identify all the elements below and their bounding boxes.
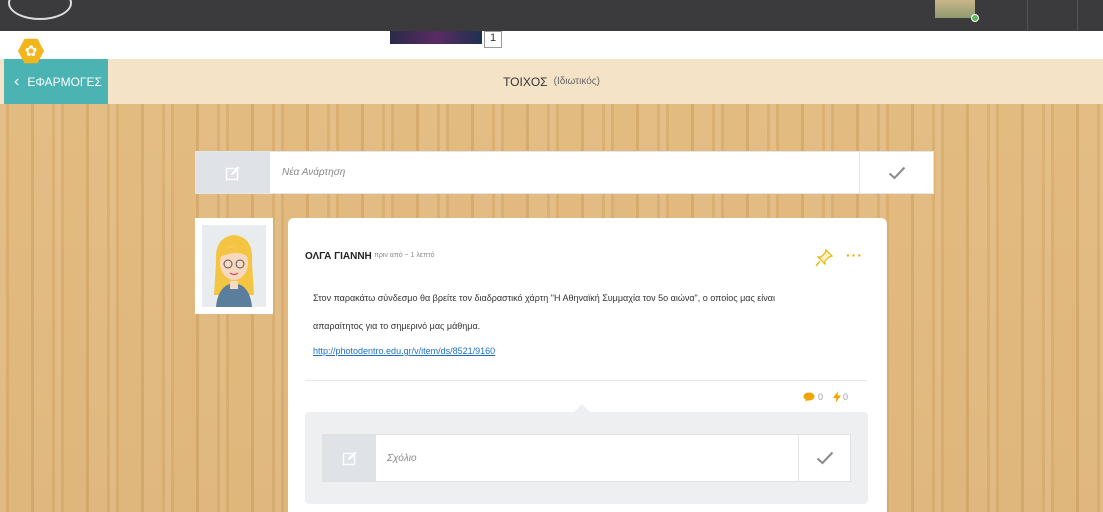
more-options-icon[interactable]: ··· [846,247,863,263]
new-post-bar[interactable]: Νέα Ανάρτηση [195,151,934,194]
banner-strip [0,31,1103,59]
new-post-input[interactable]: Νέα Ανάρτηση [282,152,345,193]
comment-area: Σχόλιο [305,412,868,504]
post-text-line-1: Στον παρακάτω σύνδεσμο θα βρείτε τον δια… [313,293,776,303]
reactions-count: 0 [843,392,849,402]
banner-page-indicator[interactable]: 1 [484,31,502,48]
post-counters: 0 0 [803,391,848,403]
lightning-icon [833,391,842,403]
applications-back-button[interactable]: ‹ ΕΦΑΡΜΟΓΕΣ [4,59,108,104]
comment-bubble-icon [803,392,815,402]
banner-thumbnail[interactable] [390,31,482,44]
post-divider [305,380,867,381]
comments-count: 0 [818,392,824,402]
reactions-counter[interactable]: 0 [833,391,848,403]
comment-edit-icon [323,435,376,481]
post-text-line-2: απαραίτητος για το σημερινό μας μάθημα. [313,321,481,331]
checkmark-icon [888,166,905,179]
topbar-divider [1027,0,1028,31]
topbar-divider [1077,0,1078,31]
page-subtitle: (Ιδιωτικός) [553,76,600,87]
post-link-container: http://photodentro.edu.gr/v/item/ds/8521… [313,346,873,356]
chevron-left-icon: ‹ [14,72,20,90]
submit-comment-button[interactable] [798,435,850,481]
eme-logo[interactable]: e-me [8,0,72,20]
logo-text: e-me [37,0,63,3]
page-title-text: ΤΟΙΧΟΣ [503,74,548,89]
checkmark-icon [816,451,833,465]
comment-input-bar[interactable]: Σχόλιο [322,434,851,482]
comment-input[interactable]: Σχόλιο [387,435,417,481]
author-avatar [202,225,266,307]
post-timestamp: πριν από ~ 1 λεπτό [374,252,435,259]
submit-post-button[interactable] [859,152,933,193]
online-status-icon [971,14,979,22]
author-avatar-card[interactable] [195,218,273,314]
post-link[interactable]: http://photodentro.edu.gr/v/item/ds/8521… [313,346,495,356]
user-avatar[interactable] [935,0,979,22]
pin-icon[interactable] [814,248,834,273]
applications-label: ΕΦΑΡΜΟΓΕΣ [27,74,102,89]
wall-post: ΟΛΓΑ ΓΙΑΝΝΗ πριν από ~ 1 λεπτό ··· Στον … [288,218,887,512]
page-title: ΤΟΙΧΟΣ (Ιδιωτικός) [0,59,1103,104]
edit-icon [196,152,270,193]
comments-counter[interactable]: 0 [803,392,823,402]
post-author[interactable]: ΟΛΓΑ ΓΙΑΝΝΗ [305,251,372,262]
top-navigation-bar: e-me [0,0,1103,31]
